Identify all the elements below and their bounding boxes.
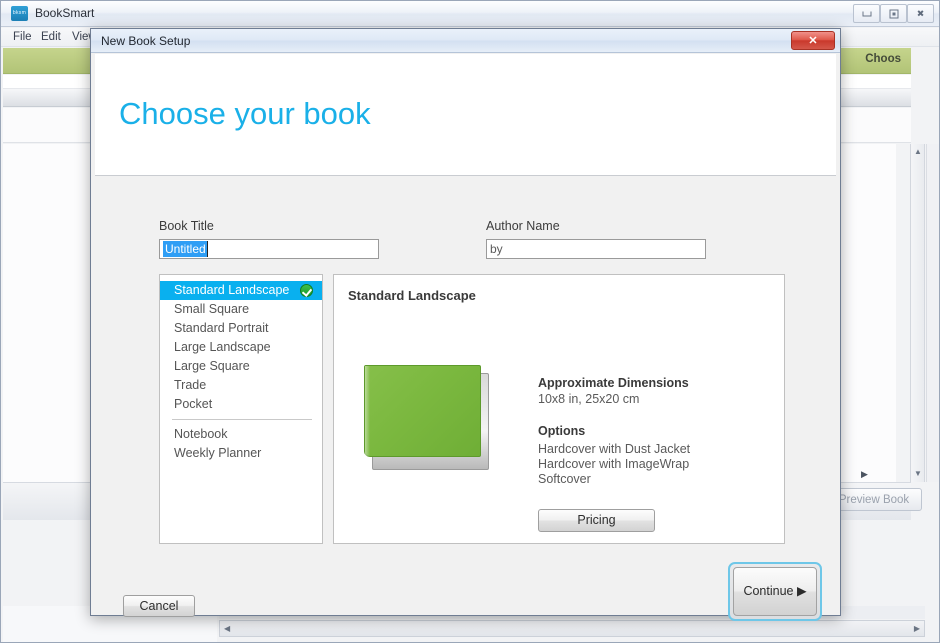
book-type-label: Weekly Planner xyxy=(174,446,262,460)
app-logo-icon: bksm xyxy=(11,6,28,21)
option-item: Softcover xyxy=(538,472,591,486)
dialog-title: New Book Setup xyxy=(101,34,191,48)
dialog-titlebar: New Book Setup ✕ xyxy=(91,29,840,53)
continue-button-focus-ring: Continue ▶ xyxy=(728,562,822,621)
option-item: Hardcover with Dust Jacket xyxy=(538,442,691,456)
book-type-label: Trade xyxy=(174,378,207,392)
app-close-button[interactable]: ✖ xyxy=(907,4,934,23)
book-type-label: Standard Portrait xyxy=(174,321,269,335)
book-type-item-standard-landscape[interactable]: Standard Landscape xyxy=(160,281,322,300)
book-type-item-pocket[interactable]: Pocket xyxy=(160,395,322,414)
dialog-body: Book Title Untitled Author Name by Stand… xyxy=(95,177,836,621)
dialog-close-button[interactable]: ✕ xyxy=(791,31,835,50)
book-type-label: Large Landscape xyxy=(174,340,271,354)
new-book-setup-dialog: New Book Setup ✕ Choose your book Book T… xyxy=(90,28,841,621)
dialog-header: Choose your book xyxy=(95,54,836,176)
book-type-item-small-square[interactable]: Small Square xyxy=(160,300,322,319)
horizontal-scrollbar[interactable]: ◀ ▶ xyxy=(219,620,925,637)
book-type-list[interactable]: Standard Landscape Small Square Standard… xyxy=(159,274,323,544)
dimensions-heading: Approximate Dimensions xyxy=(538,376,689,390)
option-item: Hardcover with ImageWrap xyxy=(538,457,690,471)
check-icon xyxy=(300,284,313,297)
app-title: BookSmart xyxy=(35,6,95,20)
book-preview-image xyxy=(364,365,489,470)
book-cover xyxy=(364,365,481,458)
book-spine xyxy=(365,366,370,458)
list-divider xyxy=(172,419,312,420)
pricing-button[interactable]: Pricing xyxy=(538,509,655,532)
dimensions-value: 10x8 in, 25x20 cm xyxy=(538,392,640,406)
book-type-item-large-square[interactable]: Large Square xyxy=(160,357,322,376)
detail-title: Standard Landscape xyxy=(348,288,476,303)
maximize-button[interactable] xyxy=(880,4,907,23)
menu-file[interactable]: File xyxy=(13,31,32,43)
book-type-label: Pocket xyxy=(174,397,213,411)
app-right-gutter xyxy=(926,144,939,482)
maximize-icon xyxy=(889,9,898,18)
continue-button[interactable]: Continue ▶ xyxy=(733,567,817,616)
menu-edit[interactable]: Edit xyxy=(41,31,61,43)
page-title: Choose your book xyxy=(119,96,371,131)
book-type-item-standard-portrait[interactable]: Standard Portrait xyxy=(160,319,322,338)
book-detail-panel: Standard Landscape Approximate Dimension… xyxy=(333,274,785,544)
author-name-input[interactable]: by xyxy=(486,239,706,259)
book-type-item-weekly-planner[interactable]: Weekly Planner xyxy=(160,444,322,463)
panel-expand-icon[interactable]: ▶ xyxy=(861,469,868,480)
author-name-value: by xyxy=(490,242,503,256)
scroll-left-icon[interactable]: ◀ xyxy=(224,625,230,633)
minimize-button[interactable] xyxy=(853,4,880,23)
app-titlebar: bksm BookSmart ✖ xyxy=(1,1,939,27)
author-name-label: Author Name xyxy=(486,219,560,233)
cancel-button[interactable]: Cancel xyxy=(123,595,195,617)
book-type-item-trade[interactable]: Trade xyxy=(160,376,322,395)
scroll-up-icon[interactable]: ▲ xyxy=(914,148,922,156)
scroll-right-icon[interactable]: ▶ xyxy=(914,625,920,633)
book-title-value: Untitled xyxy=(163,241,208,257)
book-title-input[interactable]: Untitled xyxy=(159,239,379,259)
book-type-label: Large Square xyxy=(174,359,250,373)
scroll-down-icon[interactable]: ▼ xyxy=(914,470,922,478)
close-icon: ✖ xyxy=(916,8,925,18)
book-type-label: Standard Landscape xyxy=(174,283,290,297)
book-type-label: Notebook xyxy=(174,427,228,441)
book-type-label: Small Square xyxy=(174,302,250,316)
minimize-icon xyxy=(862,11,871,16)
book-title-label: Book Title xyxy=(159,219,214,233)
options-list: Hardcover with Dust Jacket Hardcover wit… xyxy=(538,442,690,487)
vertical-scrollbar[interactable]: ▲ ▼ xyxy=(910,144,925,482)
app-section-bar-label: Choos xyxy=(865,53,901,65)
book-type-item-notebook[interactable]: Notebook xyxy=(160,425,322,444)
book-type-item-large-landscape[interactable]: Large Landscape xyxy=(160,338,322,357)
options-heading: Options xyxy=(538,424,586,438)
